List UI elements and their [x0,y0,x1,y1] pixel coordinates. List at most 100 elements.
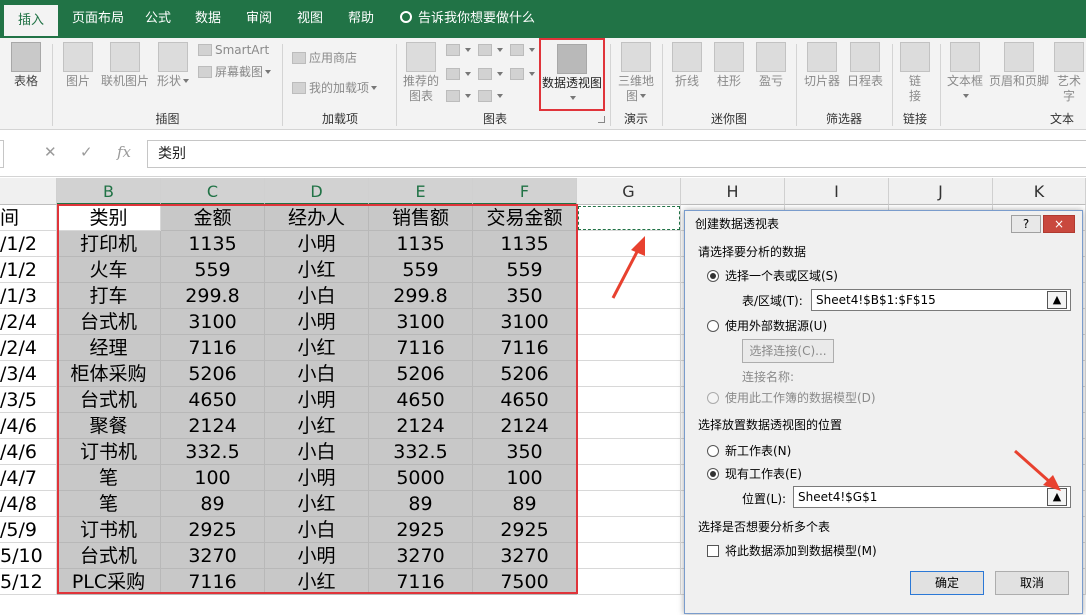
table-cell[interactable]: 小明 [265,231,369,257]
radio-existing-sheet-label[interactable]: 现有工作表(E) [725,466,802,482]
cell-a[interactable]: /4/6 [0,413,57,439]
table-cell[interactable]: 1135 [161,231,265,257]
table-cell[interactable]: 小明 [265,387,369,413]
table-cell[interactable]: 3100 [369,309,473,335]
cancel-formula-icon[interactable]: ✕ [44,143,57,161]
column-header-c[interactable]: C [161,178,265,205]
enter-formula-icon[interactable]: ✓ [80,143,93,161]
column-header-k[interactable]: K [993,178,1086,205]
ok-button[interactable]: 确定 [910,571,984,595]
empty-cell[interactable] [577,361,681,387]
cell-a[interactable]: /5/9 [0,517,57,543]
cell-a[interactable]: /4/8 [0,491,57,517]
radio-new-sheet-label[interactable]: 新工作表(N) [725,443,791,459]
wordart-button[interactable]: 艺术字 [1052,42,1086,104]
table-cell[interactable]: 2124 [473,413,577,439]
pie-chart-button[interactable] [446,88,471,104]
slicer-button[interactable]: 切片器 [802,42,842,89]
table-cell[interactable]: 小明 [265,543,369,569]
cell-a[interactable]: /1/2 [0,257,57,283]
radio-data-model-label[interactable]: 使用此工作簿的数据模型(D) [725,390,876,406]
table-cell[interactable]: 笔 [57,465,161,491]
table-cell[interactable]: 100 [473,465,577,491]
table-header-cell[interactable]: 销售额 [369,205,473,231]
tab-formulas[interactable]: 公式 [136,0,180,38]
table-cell[interactable]: 2925 [161,517,265,543]
tab-insert[interactable]: 插入 [4,5,58,38]
screenshot-button[interactable]: 屏幕截图 [198,64,272,80]
range-input[interactable]: Sheet4!$B$1:$F$15 [811,289,1071,311]
table-cell[interactable]: 经理 [57,335,161,361]
empty-cell[interactable] [577,283,681,309]
column-header-g[interactable]: G [577,178,681,205]
online-picture-button[interactable]: 联机图片 [100,42,150,89]
table-cell[interactable]: 5206 [161,361,265,387]
tab-data[interactable]: 数据 [186,0,230,38]
radio-select-range[interactable] [707,270,719,282]
timeline-button[interactable]: 日程表 [844,42,886,89]
cell-a[interactable]: /3/5 [0,387,57,413]
table-cell[interactable]: 4650 [473,387,577,413]
cell-a[interactable]: /3/4 [0,361,57,387]
cell-a[interactable]: /2/4 [0,335,57,361]
column-header-j[interactable]: J [889,178,993,205]
table-cell[interactable]: 订书机 [57,439,161,465]
table-cell[interactable]: 台式机 [57,387,161,413]
table-cell[interactable]: 小白 [265,361,369,387]
textbox-button[interactable]: 文本框 [945,42,985,104]
empty-cell[interactable] [577,517,681,543]
help-button[interactable]: ? [1011,215,1041,233]
empty-cell[interactable] [577,231,681,257]
table-cell[interactable]: 小红 [265,491,369,517]
combo-chart-button[interactable] [510,66,535,82]
table-cell[interactable]: 7116 [369,335,473,361]
table-cell[interactable]: 5206 [473,361,577,387]
table-cell[interactable]: 7116 [473,335,577,361]
column-header-f[interactable]: F [473,178,577,205]
table-cell[interactable]: 7116 [369,569,473,595]
table-cell[interactable]: 台式机 [57,543,161,569]
range-collapse-button[interactable]: ▲ [1047,291,1067,309]
sparkline-column-button[interactable]: 柱形 [710,42,748,89]
empty-cell[interactable] [577,439,681,465]
sparkline-winloss-button[interactable]: 盈亏 [752,42,790,89]
close-button[interactable]: × [1043,215,1075,233]
table-cell[interactable]: 小明 [265,465,369,491]
table-cell[interactable]: 7116 [161,569,265,595]
column-header-i[interactable]: I [785,178,889,205]
table-cell[interactable]: 559 [473,257,577,283]
radio-data-model[interactable] [707,392,719,404]
radio-select-range-label[interactable]: 选择一个表或区域(S) [725,268,838,284]
table-cell[interactable]: 559 [161,257,265,283]
table-cell[interactable]: 2925 [473,517,577,543]
cell-a[interactable]: 间 [0,205,57,231]
table-cell[interactable]: 小明 [265,309,369,335]
line-chart-button[interactable] [446,66,471,82]
recommended-charts-button[interactable]: 推荐的 图表 [400,42,442,104]
cell-a[interactable]: /1/2 [0,231,57,257]
table-button[interactable]: 表格 [6,42,46,89]
my-addins-button[interactable]: 我的加载项 [292,80,378,96]
empty-cell[interactable] [577,413,681,439]
table-cell[interactable]: 89 [473,491,577,517]
charts-dialog-launcher[interactable] [598,116,605,123]
table-cell[interactable]: 3270 [369,543,473,569]
header-footer-button[interactable]: 页眉和页脚 [988,42,1050,89]
table-cell[interactable]: 5206 [369,361,473,387]
shapes-button[interactable]: 形状 [155,42,191,89]
insert-function-icon[interactable]: fx [117,143,131,161]
table-cell[interactable]: 559 [369,257,473,283]
table-cell[interactable]: 299.8 [161,283,265,309]
cell-a[interactable]: /2/4 [0,309,57,335]
empty-cell[interactable] [577,543,681,569]
cell-a[interactable]: 5/10 [0,543,57,569]
table-cell[interactable]: 小白 [265,283,369,309]
location-collapse-button[interactable]: ▲ [1047,488,1067,506]
table-cell[interactable]: 小白 [265,439,369,465]
table-cell[interactable]: 小白 [265,517,369,543]
table-header-cell[interactable]: 类别 [57,205,161,231]
radio-existing-sheet[interactable] [707,468,719,480]
sparkline-line-button[interactable]: 折线 [668,42,706,89]
location-input[interactable]: Sheet4!$G$1 [793,486,1071,508]
cell-a[interactable]: 5/12 [0,569,57,595]
